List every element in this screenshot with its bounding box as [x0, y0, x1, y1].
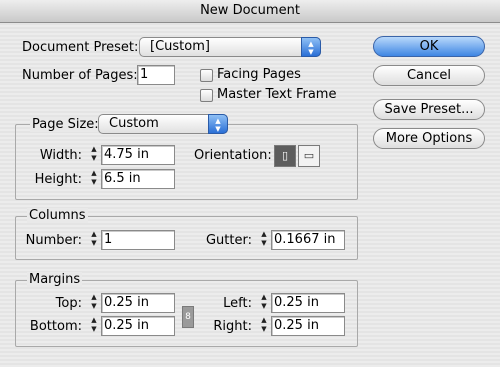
columns-number-field[interactable]: 1: [101, 230, 175, 250]
height-stepper[interactable]: ▲ ▼: [89, 169, 99, 189]
orientation-label: Orientation:: [194, 148, 272, 163]
margin-bottom-label: Bottom:: [29, 319, 82, 334]
document-preset-value: [Custom]: [150, 39, 210, 54]
width-field[interactable]: 4.75 in: [101, 145, 175, 165]
master-text-frame-label: Master Text Frame: [217, 87, 337, 102]
margin-top-stepper[interactable]: ▲ ▼: [89, 293, 99, 313]
page-size-value: Custom: [109, 116, 159, 131]
margin-bottom-stepper[interactable]: ▲ ▼: [89, 316, 99, 336]
margin-right-label: Right:: [213, 319, 252, 334]
columns-number-stepper[interactable]: ▲ ▼: [89, 230, 99, 250]
margin-right-field[interactable]: 0.25 in: [271, 316, 345, 336]
chevron-updown-icon: ▲ ▼: [208, 114, 228, 134]
gutter-label: Gutter:: [205, 233, 252, 248]
save-preset-button[interactable]: Save Preset...: [373, 99, 485, 120]
margin-left-label: Left:: [223, 296, 252, 311]
margin-left-field[interactable]: 0.25 in: [271, 293, 345, 313]
width-stepper[interactable]: ▲ ▼: [89, 145, 99, 165]
number-of-pages-label: Number of Pages:: [22, 68, 138, 83]
cancel-button[interactable]: Cancel: [373, 65, 485, 86]
margin-bottom-field[interactable]: 0.25 in: [101, 316, 175, 336]
portrait-orientation-icon[interactable]: ▯: [274, 145, 296, 167]
more-options-button[interactable]: More Options: [373, 128, 485, 149]
margin-top-label: Top:: [55, 296, 82, 311]
margin-right-stepper[interactable]: ▲ ▼: [259, 316, 269, 336]
landscape-orientation-icon[interactable]: ▭: [298, 145, 320, 167]
facing-pages-label: Facing Pages: [217, 67, 301, 82]
margin-left-stepper[interactable]: ▲ ▼: [259, 293, 269, 313]
chevron-updown-icon: ▲ ▼: [301, 37, 321, 57]
document-preset-select[interactable]: [Custom] ▲ ▼: [139, 37, 321, 57]
gutter-stepper[interactable]: ▲ ▼: [259, 230, 269, 250]
columns-title: Columns: [27, 208, 88, 223]
new-document-dialog: New Document Document Preset: [Custom] ▲…: [0, 0, 500, 367]
number-of-pages-field[interactable]: 1: [137, 65, 175, 85]
ok-button[interactable]: OK: [373, 36, 485, 57]
margin-top-field[interactable]: 0.25 in: [101, 293, 175, 313]
columns-number-label: Number:: [25, 233, 82, 248]
facing-pages-checkbox[interactable]: [200, 69, 213, 82]
document-preset-label: Document Preset:: [22, 40, 139, 55]
page-size-label: Page Size:: [30, 117, 101, 132]
window-title: New Document: [0, 0, 500, 23]
margins-title: Margins: [27, 272, 83, 287]
width-label: Width:: [39, 148, 82, 163]
height-field[interactable]: 6.5 in: [101, 169, 175, 189]
master-text-frame-checkbox[interactable]: [200, 89, 213, 102]
page-size-select[interactable]: Custom ▲ ▼: [98, 114, 228, 134]
height-label: Height:: [34, 172, 82, 187]
gutter-field[interactable]: 0.1667 in: [271, 230, 345, 250]
